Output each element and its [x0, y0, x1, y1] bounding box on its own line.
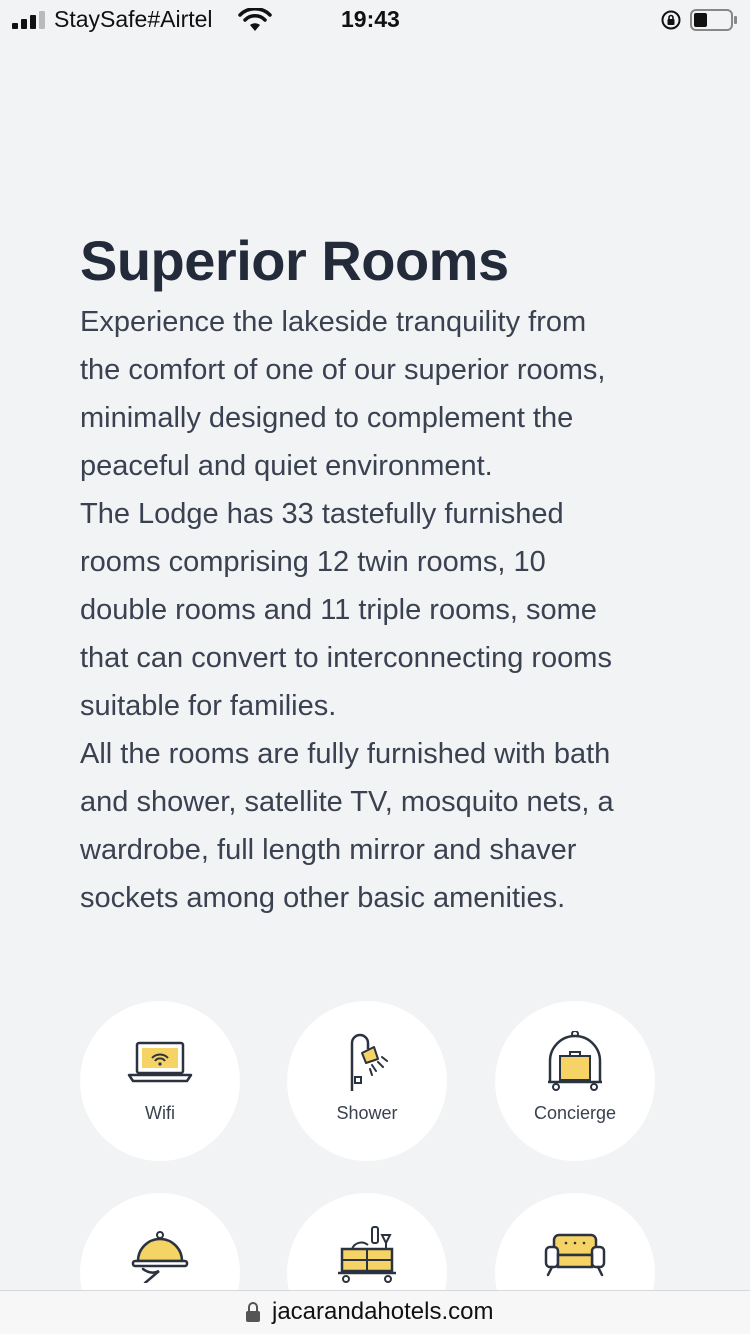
description-paragraph-3: All the rooms are fully furnished with b… — [80, 738, 614, 914]
status-bar: StaySafe#Airtel 19:43 — [0, 0, 750, 40]
amenity-label-concierge: Concierge — [533, 1103, 617, 1123]
amenity-shower: Shower — [287, 1001, 447, 1161]
sofa-icon — [544, 1233, 606, 1277]
luggage-trolley-icon — [548, 1031, 602, 1091]
amenity-label-shower: Shower — [336, 1103, 398, 1123]
battery-icon — [690, 9, 737, 31]
minibar-cart-icon — [338, 1226, 396, 1283]
url-text[interactable]: jacarandahotels.com — [272, 1298, 493, 1326]
padlock-icon — [246, 1302, 260, 1322]
browser-address-bar[interactable]: jacarandahotels.com — [0, 1290, 750, 1334]
signal-strength-icon — [12, 11, 45, 29]
shower-icon — [350, 1033, 388, 1091]
amenity-label-wifi: Wifi — [145, 1103, 175, 1123]
description-paragraph-1: Experience the lakeside tranquility from… — [80, 306, 606, 482]
orientation-lock-icon — [661, 10, 681, 30]
wifi-icon — [238, 8, 272, 31]
amenity-concierge: Concierge — [495, 1001, 655, 1161]
description-paragraph-2: The Lodge has 33 tastefully furnished ro… — [80, 498, 612, 722]
amenity-wifi: Wifi — [80, 1001, 240, 1161]
room-service-cloche-icon — [131, 1231, 189, 1283]
laptop-wifi-icon — [127, 1041, 193, 1083]
page-title: Superior Rooms — [80, 229, 509, 292]
status-time: 19:43 — [341, 6, 400, 32]
carrier-name: StaySafe#Airtel — [54, 6, 213, 32]
room-description: Experience the lakeside tranquility from… — [80, 298, 680, 922]
